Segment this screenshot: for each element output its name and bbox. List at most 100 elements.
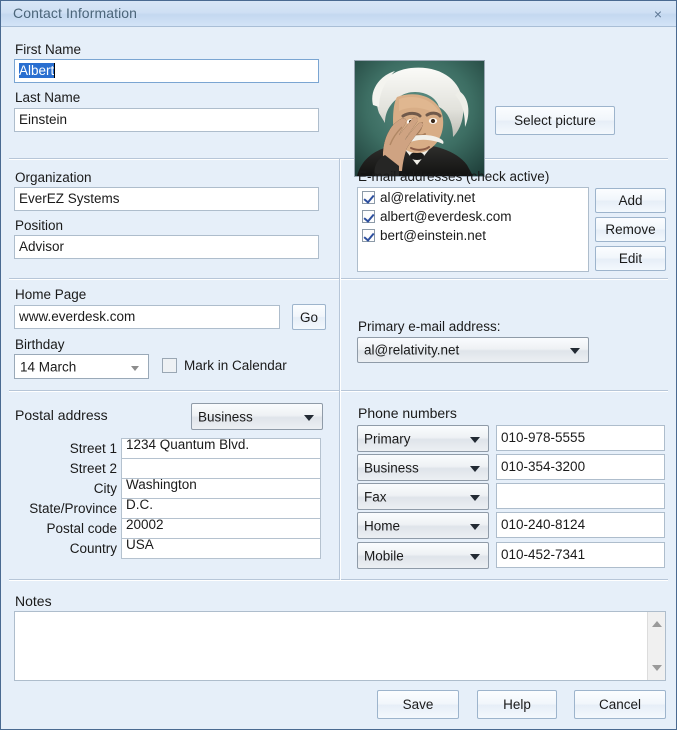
country-value: USA (126, 538, 154, 552)
phone-number-input-0[interactable]: 010-978-5555 (496, 425, 665, 451)
phone-number-input-2[interactable] (496, 483, 665, 509)
birthday-select[interactable]: 14 March (14, 354, 149, 379)
state-province-value: D.C. (126, 498, 153, 512)
contact-photo[interactable] (354, 60, 485, 177)
divider-vertical-address-highlight (340, 391, 341, 580)
notes-label: Notes (15, 593, 52, 609)
scroll-up-icon[interactable] (651, 621, 662, 627)
phone-type-select-2[interactable]: Fax (357, 483, 489, 510)
divider-vertical-org-highlight (340, 159, 341, 279)
chevron-down-icon (131, 365, 139, 371)
position-value: Advisor (19, 239, 65, 254)
notes-textarea[interactable] (14, 611, 666, 681)
postal-address-title: Postal address (15, 407, 108, 423)
first-name-input[interactable]: Albert (14, 59, 319, 83)
country-input[interactable]: USA (121, 538, 321, 559)
checkbox-square (162, 358, 177, 373)
portrait-image (355, 61, 484, 176)
email-address: albert@everdesk.com (380, 208, 512, 224)
city-value: Washington (126, 478, 197, 492)
chevron-down-icon (470, 436, 480, 443)
list-item[interactable]: al@relativity.net (358, 188, 588, 207)
cancel-button[interactable]: Cancel (574, 690, 666, 719)
chevron-down-icon (570, 348, 580, 354)
scroll-down-icon[interactable] (651, 665, 662, 671)
primary-email-value: al@relativity.net (364, 342, 460, 358)
phone-number-input-3[interactable]: 010-240-8124 (496, 512, 665, 538)
chevron-down-icon (470, 465, 480, 472)
phone-number-input-4[interactable]: 010-452-7341 (496, 542, 665, 568)
email-list[interactable]: al@relativity.net albert@everdesk.com be… (357, 187, 589, 272)
text-caret (54, 63, 56, 78)
country-label: Country (69, 541, 117, 556)
phone-type-value: Business (364, 460, 419, 475)
last-name-value: Einstein (19, 112, 68, 127)
position-label: Position (15, 218, 64, 233)
contact-information-dialog: Contact Information × First Name Albert … (0, 0, 677, 730)
first-name-value: Albert (19, 63, 55, 78)
state-province-input[interactable]: D.C. (121, 498, 321, 519)
phone-number-input-1[interactable]: 010-354-3200 (496, 454, 665, 480)
street1-value: 1234 Quantum Blvd. (126, 438, 250, 452)
notes-scrollbar[interactable] (647, 612, 665, 680)
email-checkbox[interactable] (362, 229, 375, 242)
home-page-value: www.everdesk.com (19, 309, 136, 324)
phone-type-value: Primary (364, 431, 411, 446)
phone-numbers-title: Phone numbers (358, 405, 457, 421)
organization-input[interactable]: EverEZ Systems (14, 187, 319, 211)
save-button[interactable]: Save (377, 690, 459, 719)
divider-vertical-web-highlight (340, 279, 341, 391)
select-picture-button[interactable]: Select picture (495, 106, 615, 135)
phone-number-value: 010-354-3200 (501, 459, 586, 474)
edit-email-button[interactable]: Edit (595, 246, 666, 271)
street2-label: Street 2 (69, 461, 117, 476)
help-button[interactable]: Help (477, 690, 557, 719)
phone-type-select-0[interactable]: Primary (357, 425, 489, 452)
postal-code-label: Postal code (46, 521, 117, 536)
last-name-input[interactable]: Einstein (14, 108, 319, 132)
list-item[interactable]: bert@einstein.net (358, 226, 588, 245)
dialog-content: First Name Albert Last Name Einstein Sel… (1, 27, 676, 729)
birthday-label: Birthday (15, 337, 65, 352)
divider-address-section-highlight (9, 580, 668, 581)
state-province-label: State/Province (29, 501, 117, 516)
close-icon[interactable]: × (648, 5, 668, 23)
first-name-label: First Name (15, 42, 82, 57)
mark-in-calendar-checkbox[interactable]: Mark in Calendar (162, 358, 287, 373)
primary-email-label: Primary e-mail address: (358, 319, 501, 334)
postal-code-input[interactable]: 20002 (121, 518, 321, 539)
postal-address-type-select[interactable]: Business (191, 403, 323, 430)
position-input[interactable]: Advisor (14, 235, 319, 259)
street1-input[interactable]: 1234 Quantum Blvd. (121, 438, 321, 459)
last-name-label: Last Name (15, 90, 81, 105)
phone-type-select-1[interactable]: Business (357, 454, 489, 481)
email-checkbox[interactable] (362, 210, 375, 223)
street1-label: Street 1 (69, 441, 117, 456)
email-checkbox[interactable] (362, 191, 375, 204)
postal-address-type-value: Business (198, 409, 253, 424)
email-address: al@relativity.net (380, 189, 476, 205)
email-section-title: E-mail addresses (check active) (358, 169, 550, 184)
phone-type-select-4[interactable]: Mobile (357, 542, 489, 569)
chevron-down-icon (304, 414, 314, 421)
phone-type-value: Fax (364, 489, 387, 504)
list-item[interactable]: albert@everdesk.com (358, 207, 588, 226)
organization-value: EverEZ Systems (19, 191, 120, 206)
phone-type-select-3[interactable]: Home (357, 512, 489, 539)
birthday-value: 14 March (20, 359, 77, 374)
street2-input[interactable] (121, 458, 321, 479)
title-bar[interactable]: Contact Information × (1, 1, 676, 27)
go-button[interactable]: Go (292, 304, 326, 330)
primary-email-select[interactable]: al@relativity.net (357, 337, 589, 363)
remove-email-button[interactable]: Remove (595, 217, 666, 242)
phone-type-value: Mobile (364, 548, 404, 563)
phone-number-value: 010-452-7341 (501, 547, 586, 562)
home-page-label: Home Page (15, 287, 87, 302)
city-label: City (93, 481, 117, 496)
window-title: Contact Information (13, 5, 138, 21)
home-page-input[interactable]: www.everdesk.com (14, 305, 280, 329)
organization-label: Organization (15, 170, 92, 185)
add-email-button[interactable]: Add (595, 188, 666, 213)
phone-number-value: 010-978-5555 (501, 430, 586, 445)
city-input[interactable]: Washington (121, 478, 321, 499)
